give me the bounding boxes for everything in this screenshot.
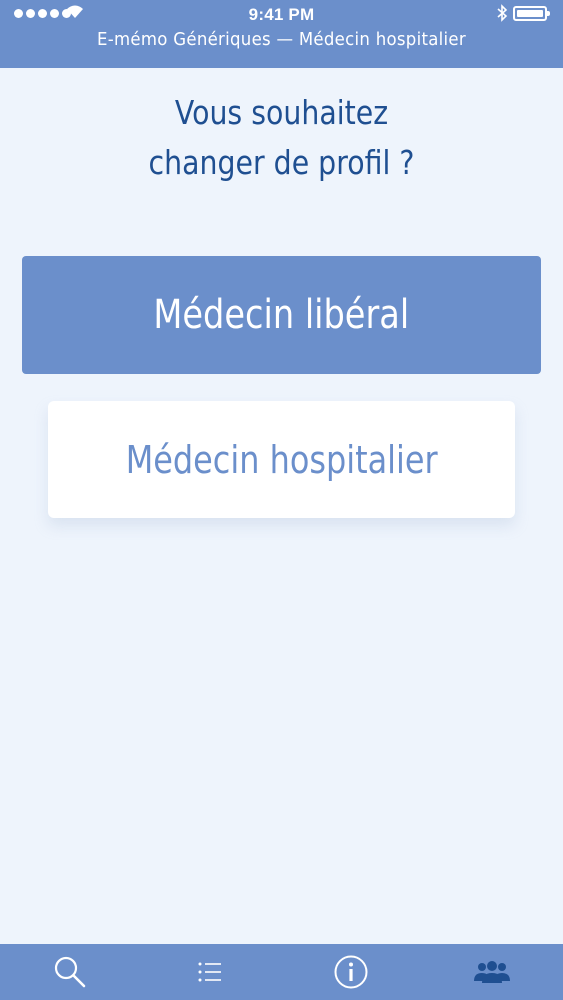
tab-search[interactable]	[0, 944, 140, 1000]
medecin-liberal-button[interactable]: Médecin libéral	[22, 256, 541, 374]
status-bar: 9:41 PM	[0, 0, 563, 28]
tab-bar	[0, 944, 563, 1000]
list-icon	[198, 962, 221, 982]
users-icon	[474, 961, 510, 983]
medecin-hospitalier-label: Médecin hospitalier	[125, 437, 438, 482]
question-line-2: changer de profil ?	[148, 143, 415, 182]
info-icon	[334, 955, 368, 989]
app-header: 9:41 PM E-mémo Génériques — Médecin hosp…	[0, 0, 563, 68]
profile-question: Vous souhaitez changer de profil ?	[39, 88, 523, 188]
bluetooth-icon	[497, 4, 508, 22]
medecin-liberal-label: Médecin libéral	[153, 292, 410, 338]
search-icon	[54, 956, 86, 988]
battery-icon	[513, 6, 550, 21]
page-title: E-mémo Génériques — Médecin hospitalier	[97, 29, 466, 50]
question-line-1: Vous souhaitez	[174, 93, 389, 132]
tab-list[interactable]	[140, 944, 280, 1000]
medecin-hospitalier-button[interactable]: Médecin hospitalier	[48, 401, 515, 518]
tab-info[interactable]	[281, 944, 421, 1000]
status-time: 9:41 PM	[248, 5, 315, 24]
tab-profile[interactable]	[422, 944, 562, 1000]
